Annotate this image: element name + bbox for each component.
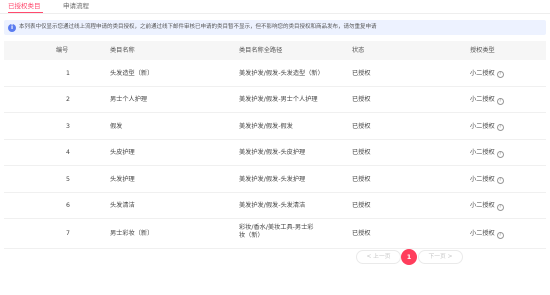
row-category-path: 美发护发/假发-男士个人护理 bbox=[239, 96, 318, 103]
header-category-name: 类目名称 bbox=[110, 47, 135, 54]
row-category-name: 假发 bbox=[110, 122, 123, 130]
row-category-path: 美发护发/假发-假发 bbox=[239, 122, 293, 130]
question-circle-icon[interactable]: ? bbox=[496, 97, 504, 105]
row-number: 2 bbox=[66, 96, 70, 103]
table-row: 2 男士个人护理 美发护发/假发-男士个人护理 已授权 小二授权? bbox=[4, 87, 546, 113]
auth-type-label: 小二授权 bbox=[470, 149, 495, 156]
row-number: 3 bbox=[66, 122, 70, 130]
table-row: 4 头皮护理 美发护发/假发-头皮护理 已授权 小二授权? bbox=[4, 140, 546, 166]
row-number: 7 bbox=[66, 230, 70, 237]
notice-text: 本列表中仅显示您通过线上流程申请的类目授权，之前通过线下邮件审核已申请的类目暂不… bbox=[19, 24, 377, 30]
row-status: 已授权 bbox=[352, 69, 371, 77]
row-auth-type: 小二授权? bbox=[470, 230, 504, 239]
row-category-name: 头发造型（新） bbox=[110, 69, 154, 77]
header-category-path: 类目名称全路径 bbox=[239, 47, 283, 54]
tab-bar: 已授权类目 申请流程 bbox=[0, 0, 550, 14]
table-row: 7 男士彩妆（新） 彩妆/香水/美妆工具-男士彩妆（新） 已授权 小二授权? bbox=[4, 219, 546, 249]
row-status: 已授权 bbox=[352, 96, 371, 103]
row-number: 6 bbox=[66, 202, 70, 209]
question-circle-icon[interactable]: ? bbox=[496, 124, 504, 131]
row-category-name: 男士彩妆（新） bbox=[110, 230, 154, 237]
auth-type-label: 小二授权 bbox=[470, 69, 495, 77]
header-number: 编号 bbox=[56, 47, 69, 54]
info-icon: i bbox=[8, 23, 16, 32]
tab-application-process[interactable]: 申请流程 bbox=[63, 2, 89, 10]
row-number: 1 bbox=[66, 69, 70, 77]
table-row: 5 头发护理 美发护发/假发-头发护理 已授权 小二授权? bbox=[4, 166, 546, 193]
row-category-path: 彩妆/香水/美妆工具-男士彩妆（新） bbox=[239, 224, 314, 239]
tab-authorized-categories[interactable]: 已授权类目 bbox=[8, 2, 41, 10]
auth-type-label: 小二授权 bbox=[470, 202, 495, 209]
table-header: 编号 类目名称 类目名称全路径 状态 授权类型 bbox=[4, 41, 546, 60]
prev-page-button[interactable]: < 上一页 bbox=[356, 250, 401, 264]
next-page-button[interactable]: 下一页 > bbox=[418, 250, 463, 264]
question-circle-icon[interactable]: ? bbox=[496, 231, 504, 239]
table-row: 6 头发清洁 美发护发/假发-头发清洁 已授权 小二授权? bbox=[4, 193, 546, 219]
header-auth-type: 授权类型 bbox=[470, 47, 495, 54]
row-category-name: 男士个人护理 bbox=[110, 96, 148, 103]
row-category-name: 头皮护理 bbox=[110, 149, 135, 156]
row-auth-type: 小二授权? bbox=[470, 175, 504, 184]
auth-type-label: 小二授权 bbox=[470, 122, 495, 130]
row-auth-type: 小二授权? bbox=[470, 69, 504, 78]
row-number: 4 bbox=[66, 149, 70, 156]
row-status: 已授权 bbox=[352, 122, 371, 130]
row-category-path: 美发护发/假发-头发护理 bbox=[239, 175, 306, 183]
question-circle-icon[interactable]: ? bbox=[496, 203, 504, 211]
question-circle-icon[interactable]: ? bbox=[496, 177, 504, 184]
row-status: 已授权 bbox=[352, 175, 371, 183]
auth-type-label: 小二授权 bbox=[470, 230, 495, 237]
row-category-path: 美发护发/假发-头发清洁 bbox=[239, 202, 306, 209]
row-category-name: 头发护理 bbox=[110, 175, 135, 183]
question-circle-icon[interactable]: ? bbox=[496, 150, 504, 158]
current-page-button[interactable]: 1 bbox=[401, 249, 417, 265]
row-number: 5 bbox=[66, 175, 70, 183]
row-auth-type: 小二授权? bbox=[470, 202, 504, 211]
row-status: 已授权 bbox=[352, 230, 371, 237]
row-auth-type: 小二授权? bbox=[470, 96, 504, 105]
category-table: 编号 类目名称 类目名称全路径 状态 授权类型 1 头发造型（新） 美发护发/假… bbox=[4, 41, 546, 249]
row-status: 已授权 bbox=[352, 202, 371, 209]
header-status: 状态 bbox=[352, 47, 365, 54]
row-category-name: 头发清洁 bbox=[110, 202, 135, 209]
table-row: 3 假发 美发护发/假发-假发 已授权 小二授权? bbox=[4, 113, 546, 140]
row-status: 已授权 bbox=[352, 149, 371, 156]
row-auth-type: 小二授权? bbox=[470, 122, 504, 131]
table-row: 1 头发造型（新） 美发护发/假发-头发造型（新） 已授权 小二授权? bbox=[4, 60, 546, 87]
tab-divider bbox=[0, 13, 550, 14]
row-category-path: 美发护发/假发-头发造型（新） bbox=[239, 69, 324, 77]
row-auth-type: 小二授权? bbox=[470, 149, 504, 158]
auth-type-label: 小二授权 bbox=[470, 175, 495, 183]
question-circle-icon[interactable]: ? bbox=[496, 71, 504, 78]
auth-type-label: 小二授权 bbox=[470, 96, 495, 103]
notice-banner: i 本列表中仅显示您通过线上流程申请的类目授权，之前通过线下邮件审核已申请的类目… bbox=[4, 20, 546, 35]
row-category-path: 美发护发/假发-头皮护理 bbox=[239, 149, 306, 156]
